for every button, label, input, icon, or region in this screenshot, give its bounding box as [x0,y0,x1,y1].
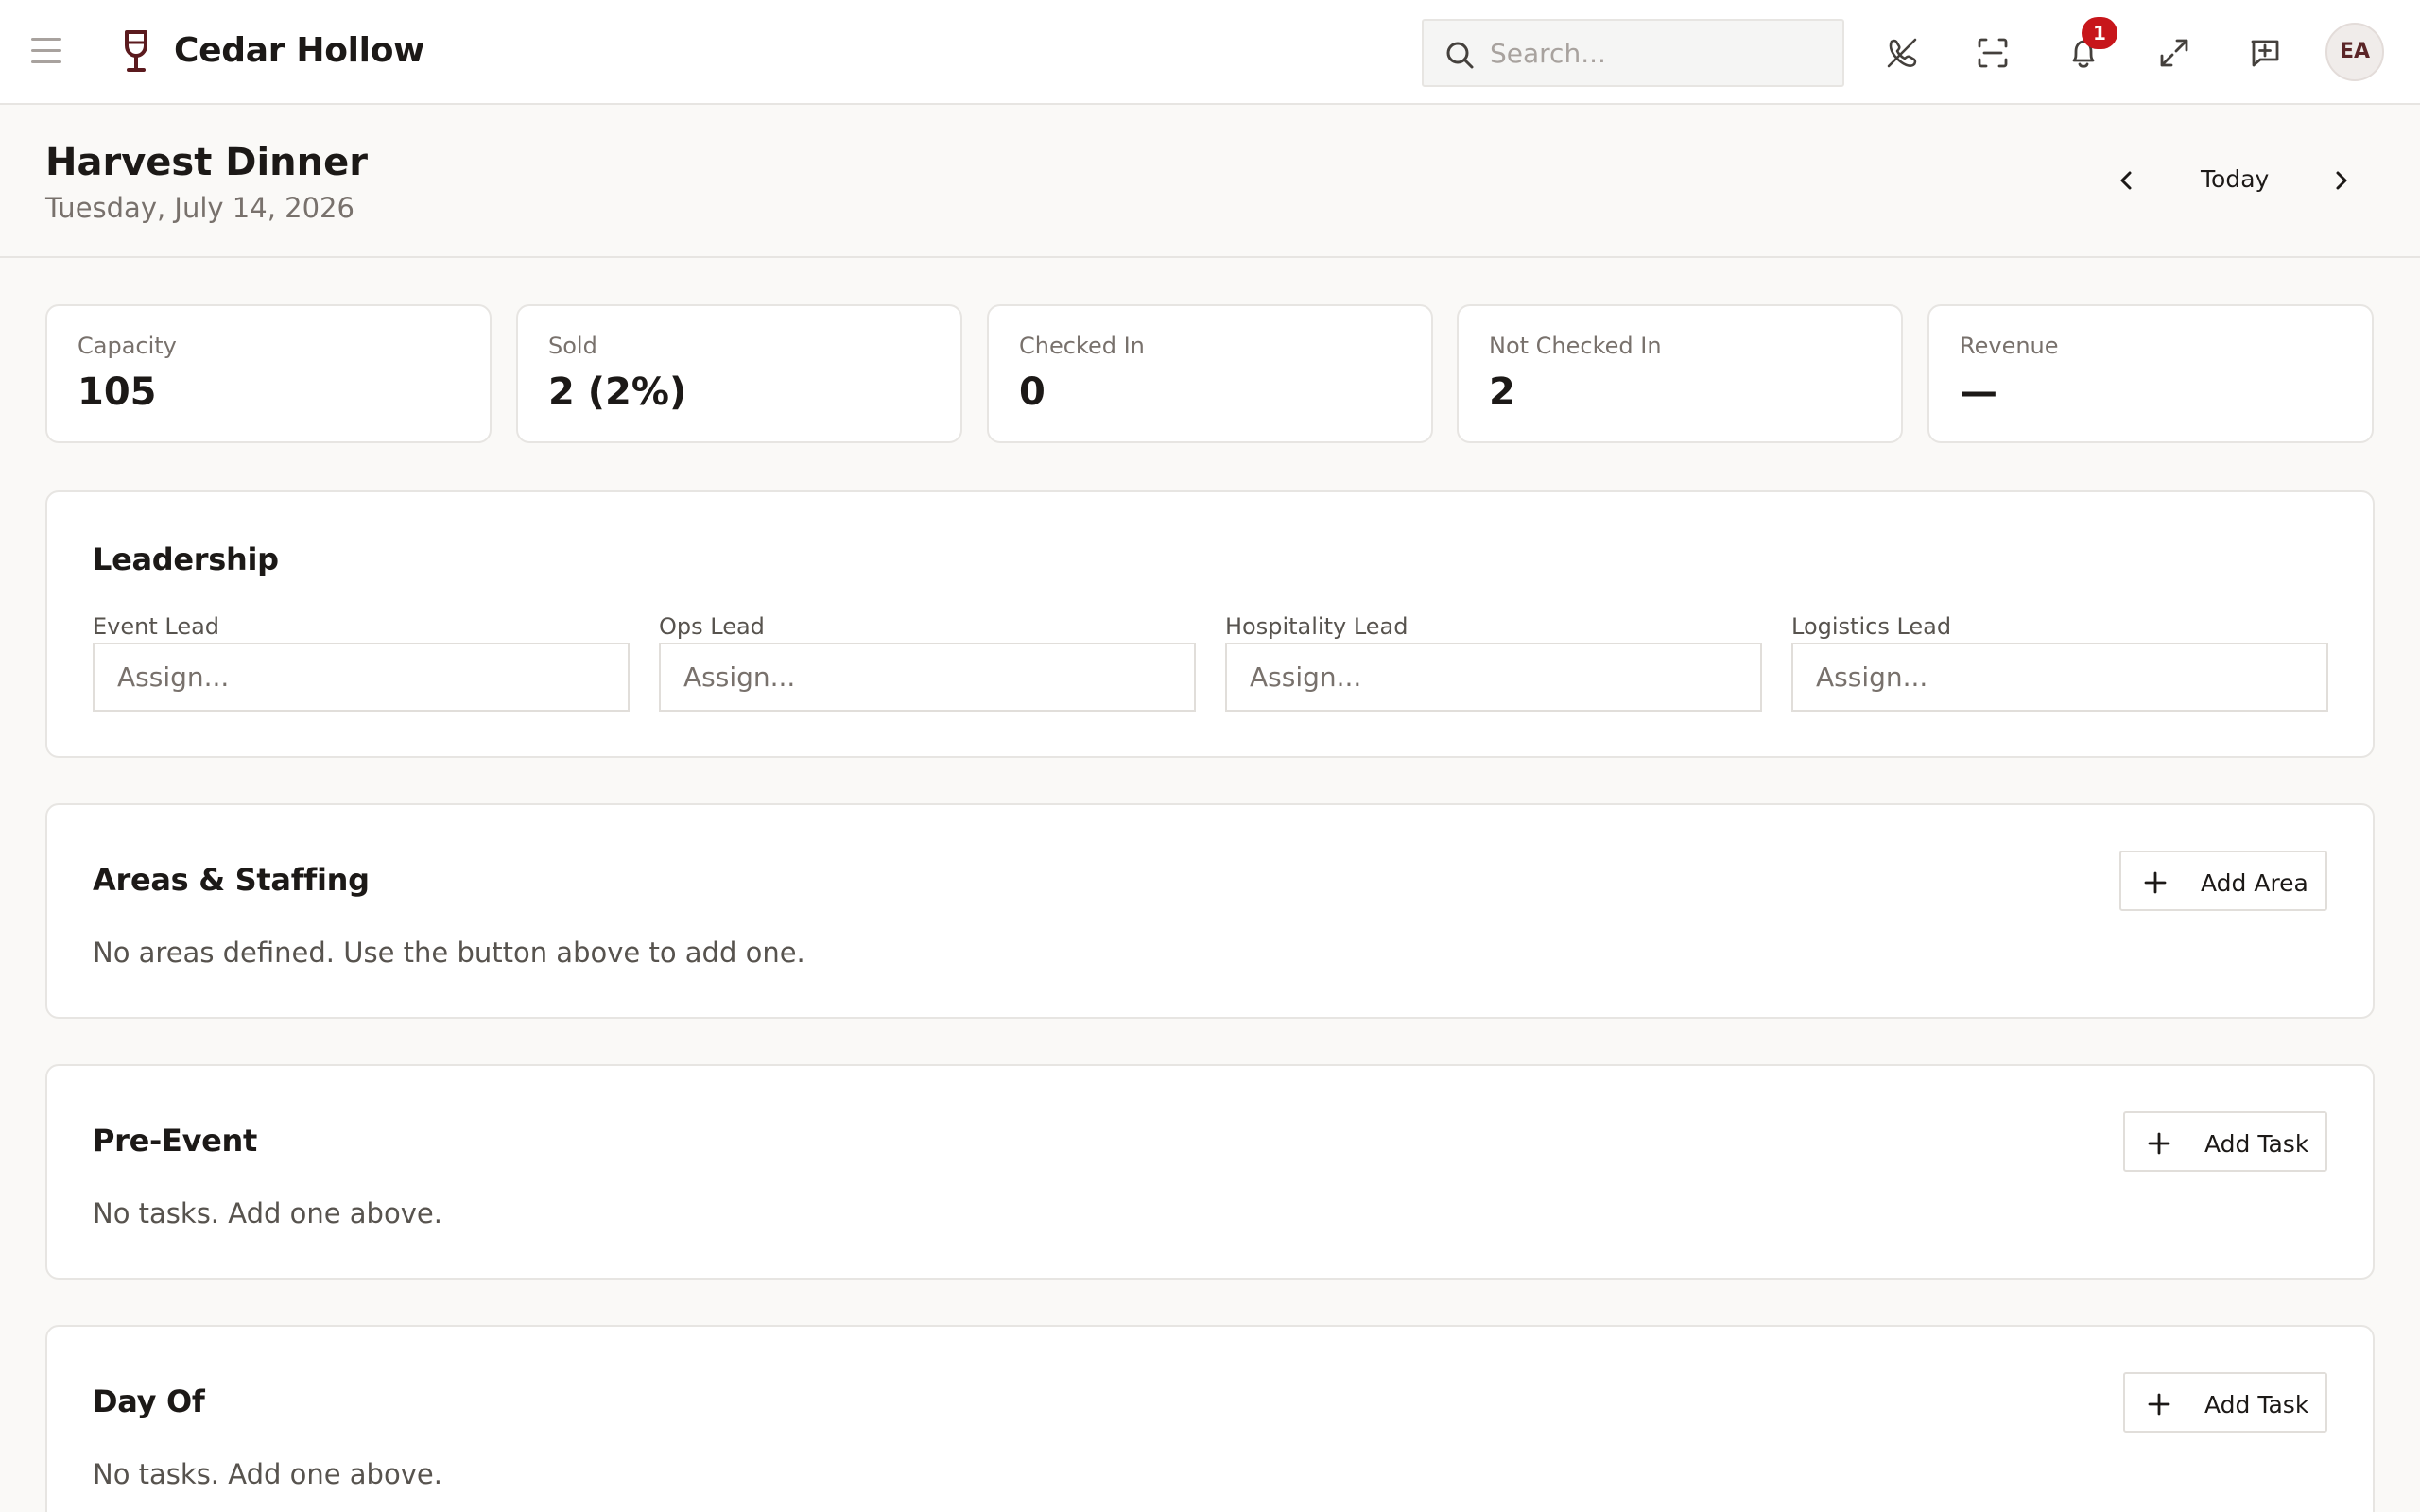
day-of-empty-text: No tasks. Add one above. [93,1458,442,1490]
add-task-button-pre-event[interactable]: Add Task [2123,1111,2327,1172]
areas-empty-text: No areas defined. Use the button above t… [93,936,805,969]
day-of-card: Day Of Add Task No tasks. Add one above. [45,1325,2375,1512]
stat-card-sold: Sold 2 (2%) [516,304,962,443]
stat-card-not-checked-in: Not Checked In 2 [1457,304,1903,443]
areas-title: Areas & Staffing [93,862,370,898]
event-lead-label: Event Lead [93,613,220,640]
stat-label: Capacity [78,333,177,359]
stat-label: Revenue [1960,333,2059,359]
stat-label: Checked In [1019,333,1145,359]
chevron-left-icon[interactable] [2108,162,2146,199]
pre-event-card: Pre-Event Add Task No tasks. Add one abo… [45,1064,2375,1280]
wine-glass-icon [125,30,147,72]
event-lead-input[interactable] [93,643,630,712]
stat-card-checked-in: Checked In 0 [987,304,1433,443]
leadership-card: Leadership Event Lead Ops Lead Hospitali… [45,490,2375,758]
stat-card-capacity: Capacity 105 [45,304,492,443]
add-area-label: Add Area [2201,869,2308,897]
logistics-lead-label: Logistics Lead [1791,613,1952,640]
plus-icon [2148,1393,2170,1416]
plus-icon [2144,871,2167,894]
search-input[interactable] [1490,21,1830,85]
pre-event-empty-text: No tasks. Add one above. [93,1197,442,1229]
page-title: Harvest Dinner [45,141,368,184]
stat-value: — [1960,370,1997,414]
stat-value: 0 [1019,370,1046,414]
hospitality-lead-input[interactable] [1225,643,1762,712]
chevron-right-icon[interactable] [2322,162,2360,199]
hospitality-lead-label: Hospitality Lead [1225,613,1409,640]
expand-icon[interactable] [2155,34,2193,72]
search-icon [1446,42,1474,69]
notification-badge: 1 [2082,17,2118,49]
page-date: Tuesday, July 14, 2026 [45,192,354,224]
add-area-button[interactable]: Add Area [2119,850,2327,911]
ops-lead-label: Ops Lead [659,613,765,640]
add-task-label: Add Task [2204,1391,2309,1418]
stat-value: 105 [78,370,157,414]
leadership-title: Leadership [93,541,279,577]
menu-icon[interactable] [31,38,67,68]
scan-icon[interactable] [1974,34,2012,72]
search-box[interactable] [1422,19,1844,87]
ops-lead-input[interactable] [659,643,1196,712]
stat-value: 2 (2%) [548,370,687,414]
stat-label: Sold [548,333,597,359]
top-bar: Cedar Hollow 1 EA [0,0,2420,105]
stat-label: Not Checked In [1489,333,1662,359]
stat-value: 2 [1489,370,1515,414]
areas-card: Areas & Staffing Add Area No areas defin… [45,803,2375,1019]
day-of-title: Day Of [93,1383,205,1419]
stat-card-revenue: Revenue — [1927,304,2374,443]
today-button[interactable]: Today [2201,165,2269,193]
pre-event-title: Pre-Event [93,1123,258,1159]
phone-off-icon[interactable] [1883,34,1921,72]
app-name: Cedar Hollow [174,31,425,70]
add-task-label: Add Task [2204,1130,2309,1158]
page-header: Harvest Dinner Tuesday, July 14, 2026 To… [0,105,2420,258]
feedback-icon[interactable] [2246,34,2284,72]
plus-icon [2148,1132,2170,1155]
add-task-button-day-of[interactable]: Add Task [2123,1372,2327,1433]
avatar[interactable]: EA [2325,23,2384,81]
logistics-lead-input[interactable] [1791,643,2328,712]
